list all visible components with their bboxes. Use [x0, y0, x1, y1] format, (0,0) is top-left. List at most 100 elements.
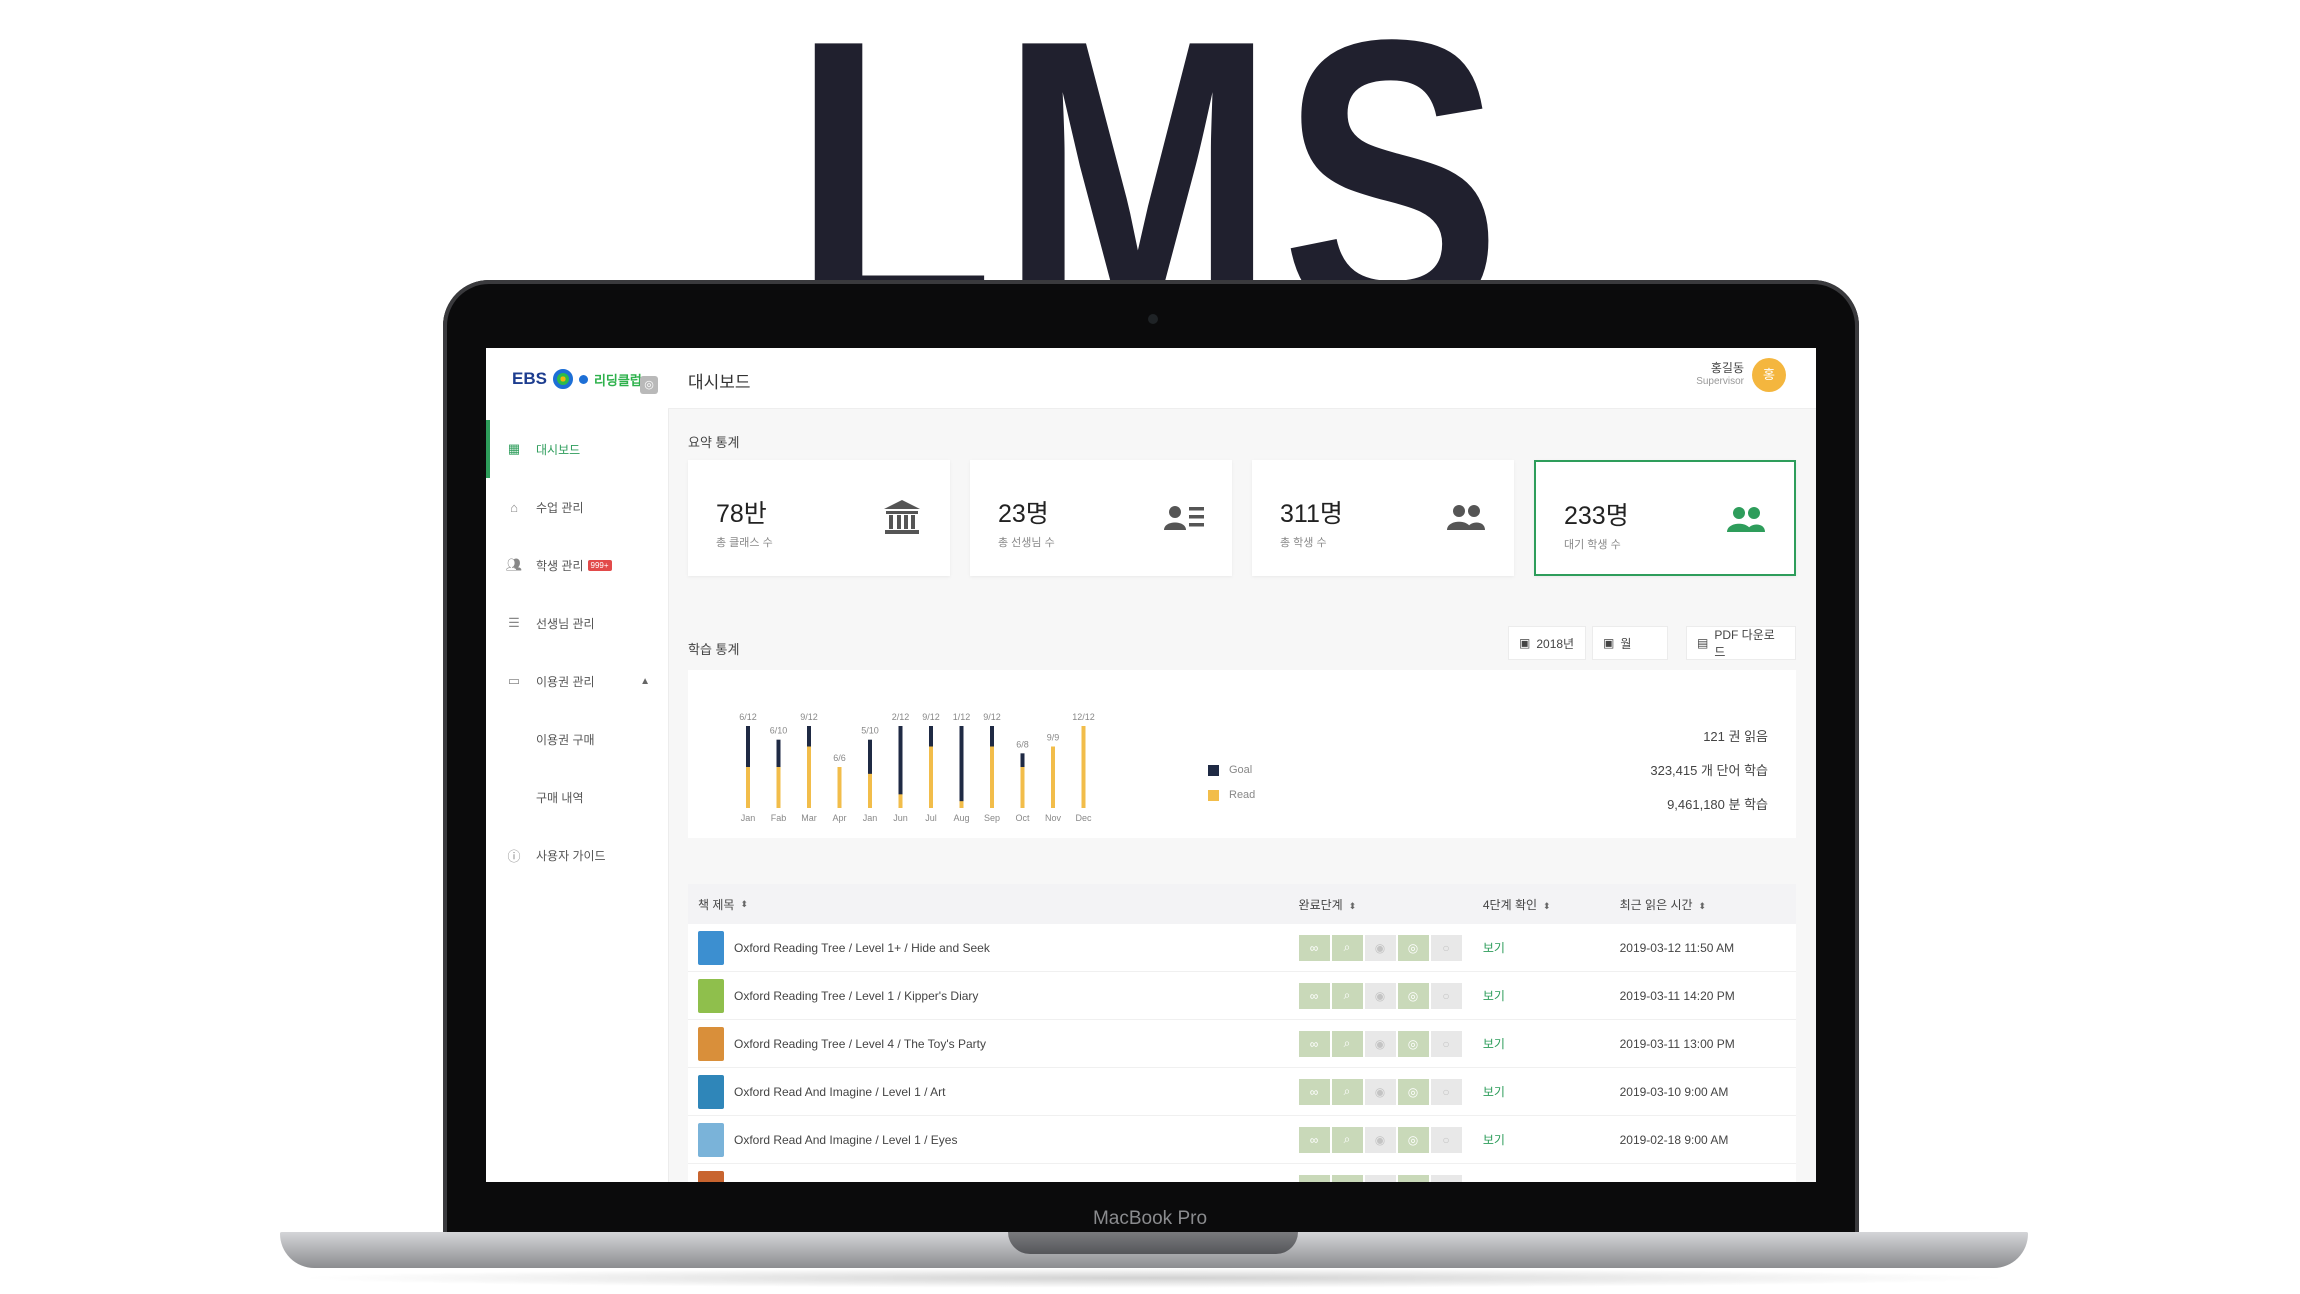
- column-header-time[interactable]: 최근 읽은 시간 ⬍: [1620, 896, 1796, 913]
- table-row[interactable]: Oxford Read And Imagine / Level 1 / Art ∞…: [688, 1068, 1796, 1116]
- legend-item-read: Read: [1208, 783, 1255, 808]
- stage-2-icon: ⌕: [1331, 934, 1363, 961]
- stat-card-teachers[interactable]: 23명 총 선생님 수: [970, 460, 1232, 576]
- table-row[interactable]: Oxford Reading Tree / Level 1 / Kipper's…: [688, 972, 1796, 1020]
- cell-last-read-time: 2019-03-12 11:50 AM: [1619, 940, 1735, 955]
- study-chart-panel: 6/12 Jan 6/10 Fab 9/12 Mar 6/6 Apr 5/10 Jan 2/12 Ju…: [688, 670, 1796, 838]
- book-cover-thumbnail: [698, 978, 724, 1013]
- cell-title: Oxford Reading Tree / Level 1+ / Hide an…: [688, 930, 1299, 965]
- book-title[interactable]: Oxford Read And Imagine / Level 1 / Eyes: [734, 1133, 957, 1147]
- column-header-stage[interactable]: 완료단계 ⬍: [1299, 896, 1483, 913]
- view-link[interactable]: 보기: [1483, 1133, 1505, 1147]
- book-title[interactable]: Oxford Read And Imagine / Level 1 / Tree: [734, 1181, 955, 1183]
- stat-value: 311명: [1280, 500, 1343, 528]
- stage-1-icon: ∞: [1298, 982, 1330, 1009]
- book-title[interactable]: Oxford Reading Tree / Level 4 / The Toy'…: [734, 1037, 986, 1051]
- column-header-title[interactable]: 책 제목 ⬍: [688, 896, 1299, 913]
- view-link[interactable]: 보기: [1483, 1181, 1505, 1182]
- stat-value: 233명: [1564, 502, 1629, 530]
- sidebar-item-student-management[interactable]: 👥︎ 학생 관리 999+: [486, 536, 668, 594]
- people-icon: [1727, 507, 1765, 532]
- x-tick-label: Oct: [1015, 813, 1030, 823]
- x-tick-label: Jan: [863, 813, 878, 823]
- user-menu[interactable]: 홍길동 Supervisor 홍: [1696, 358, 1786, 392]
- sidebar-item-class-management[interactable]: ⌂ 수업 관리: [486, 478, 668, 536]
- sidebar-item-label: 이용권 구매: [536, 732, 595, 747]
- column-header-check[interactable]: 4단계 확인 ⬍: [1483, 896, 1620, 913]
- info-icon: ⓘ: [507, 848, 521, 864]
- sidebar-item-purchase-history[interactable]: 구매 내역: [486, 768, 668, 826]
- avatar[interactable]: 홍: [1752, 358, 1786, 392]
- sidebar-item-dashboard[interactable]: ▦ 대시보드: [486, 420, 668, 478]
- table-row[interactable]: Oxford Read And Imagine / Level 1 / Tree…: [688, 1164, 1796, 1182]
- table-row[interactable]: Oxford Reading Tree / Level 4 / The Toy'…: [688, 1020, 1796, 1068]
- stat-card-classes[interactable]: 78반 총 클래스 수: [688, 460, 950, 576]
- bar-data-label: 6/12: [739, 712, 757, 722]
- legend-label: Read: [1229, 789, 1256, 801]
- stat-card-students[interactable]: 311명 총 학생 수: [1252, 460, 1514, 576]
- cell-stage: ∞⌕◉◎○: [1298, 1126, 1483, 1153]
- month-select-value: 월: [1620, 636, 1632, 651]
- people-icon: 👥︎: [505, 557, 523, 572]
- stage-5-icon: ○: [1430, 1174, 1462, 1182]
- stage-1-icon: ∞: [1298, 1126, 1330, 1153]
- book-title[interactable]: Oxford Read And Imagine / Level 1 / Art: [734, 1085, 945, 1099]
- bar-read: [776, 767, 781, 808]
- bank-icon: ⌂: [510, 499, 518, 515]
- month-select[interactable]: ▣ 월: [1592, 626, 1668, 660]
- stat-label: 총 클래스 수: [716, 537, 773, 549]
- page-title: 대시보드: [688, 373, 751, 392]
- logo-settings-icon[interactable]: ◎: [640, 376, 658, 394]
- stage-4-icon: ◎: [1397, 1126, 1429, 1153]
- chevron-up-icon: ▲: [640, 675, 650, 687]
- stat-label: 총 선생님 수: [998, 537, 1055, 549]
- pdf-download-label: PDF 다운로드: [1714, 628, 1775, 659]
- cell-stage: ∞⌕◉◎○: [1298, 1030, 1483, 1057]
- stage-3-icon: ◉: [1364, 1126, 1396, 1153]
- table-row[interactable]: Oxford Reading Tree / Level 1+ / Hide an…: [688, 924, 1796, 972]
- bank-icon: [884, 500, 920, 534]
- cell-check: 보기: [1483, 1179, 1620, 1182]
- sidebar-item-teacher-management[interactable]: ☰ 선생님 관리: [486, 594, 668, 652]
- sidebar-item-pass-management[interactable]: ▭ 이용권 관리 ▲: [486, 652, 668, 710]
- legend-swatch-read: [1208, 789, 1219, 801]
- book-title[interactable]: Oxford Reading Tree / Level 1 / Kipper's…: [734, 989, 978, 1003]
- sidebar-item-user-guide[interactable]: ⓘ 사용자 가이드: [486, 826, 668, 884]
- stage-icons: ∞⌕◉◎○: [1298, 982, 1483, 1009]
- stage-5-icon: ○: [1430, 934, 1462, 961]
- stage-4-icon: ◎: [1397, 1078, 1429, 1105]
- cell-title: Oxford Read And Imagine / Level 1 / Eyes: [688, 1122, 1299, 1157]
- view-link[interactable]: 보기: [1483, 1085, 1505, 1099]
- device-label: MacBook Pro: [1092, 1208, 1208, 1229]
- view-link[interactable]: 보기: [1483, 989, 1505, 1003]
- book-title[interactable]: Oxford Reading Tree / Level 1+ / Hide an…: [734, 941, 990, 955]
- bar-read: [959, 801, 964, 808]
- table-header: 책 제목 ⬍ 완료단계 ⬍ 4단계 확인 ⬍ 최근 읽은 시간 ⬍: [688, 884, 1796, 924]
- stage-2-icon: ⌕: [1331, 982, 1363, 1009]
- stage-4-icon: ◎: [1397, 934, 1429, 961]
- view-link[interactable]: 보기: [1483, 941, 1505, 955]
- cell-title: Oxford Reading Tree / Level 1 / Kipper's…: [688, 978, 1299, 1013]
- stage-3-icon: ◉: [1364, 982, 1396, 1009]
- laptop-shadow: [290, 1268, 2018, 1288]
- x-tick-label: Nov: [1045, 813, 1062, 823]
- bar-data-label: 9/12: [983, 712, 1001, 722]
- stat-value: 78반: [716, 500, 767, 528]
- bar-read: [868, 773, 872, 808]
- stage-2-icon: ⌕: [1331, 1078, 1363, 1105]
- notification-badge: 999+: [587, 559, 612, 571]
- pdf-download-button[interactable]: ▤ PDF 다운로드: [1686, 626, 1796, 660]
- stat-card-waiting-students[interactable]: 233명 대기 학생 수: [1534, 460, 1796, 576]
- sidebar-item-pass-purchase[interactable]: 이용권 구매: [486, 710, 668, 768]
- logo[interactable]: EBS 리딩클럽: [512, 366, 642, 392]
- x-tick-label: Jan: [741, 813, 756, 823]
- stage-1-icon: ∞: [1298, 1078, 1330, 1105]
- cell-check: 보기: [1483, 1131, 1620, 1148]
- stage-5-icon: ○: [1430, 1030, 1462, 1057]
- calendar-icon: ▣: [1519, 636, 1531, 650]
- bar-read: [929, 746, 933, 808]
- year-select[interactable]: ▣ 2018년: [1508, 626, 1586, 660]
- table-row[interactable]: Oxford Read And Imagine / Level 1 / Eyes…: [688, 1116, 1796, 1164]
- view-link[interactable]: 보기: [1483, 1037, 1505, 1051]
- sort-icon: ⬍: [740, 898, 749, 909]
